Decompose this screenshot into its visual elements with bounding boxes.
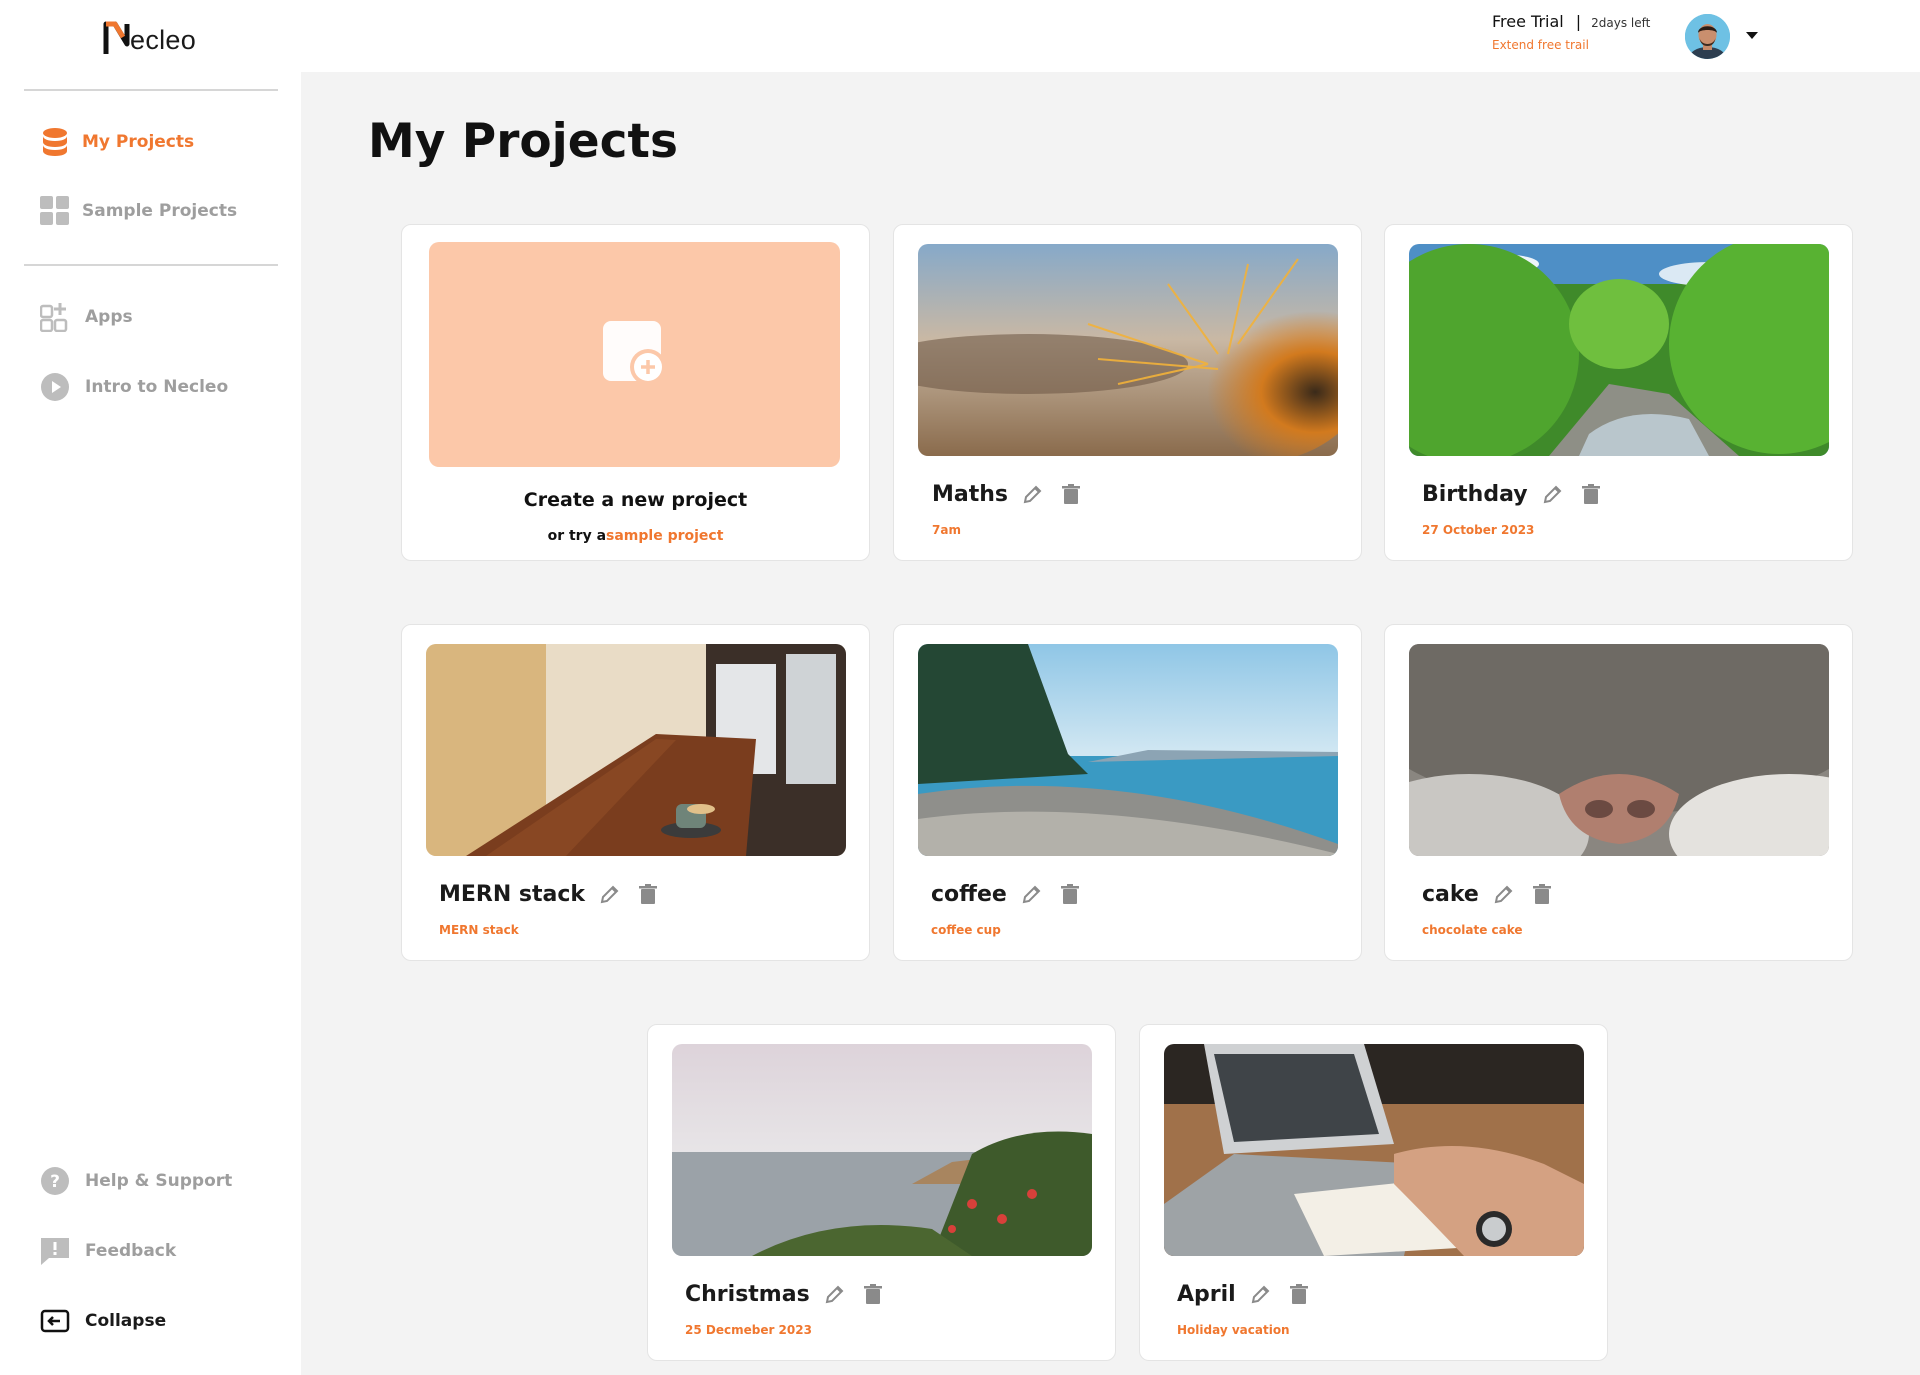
- sidebar-divider: [24, 89, 278, 91]
- project-subtitle: MERN stack: [439, 923, 519, 937]
- sidebar-item-apps[interactable]: Apps: [40, 302, 133, 332]
- sidebar-item-feedback[interactable]: Feedback: [40, 1236, 176, 1266]
- new-project-title: Create a new project: [523, 489, 748, 511]
- sidebar-item-label: Feedback: [85, 1241, 177, 1261]
- sidebar-item-collapse[interactable]: Collapse: [40, 1306, 166, 1336]
- project-thumbnail[interactable]: [426, 644, 846, 856]
- delete-trash-icon[interactable]: [1058, 481, 1084, 507]
- feedback-bubble-icon: [40, 1236, 70, 1266]
- sample-project-link[interactable]: sample project: [606, 528, 723, 544]
- project-thumbnail[interactable]: [1409, 644, 1829, 856]
- new-project-sub-prefix: or try a: [547, 528, 607, 544]
- page-title: My Projects: [368, 114, 678, 169]
- edit-pencil-icon[interactable]: [1248, 1281, 1274, 1307]
- project-title-row: April: [1177, 1281, 1312, 1307]
- delete-trash-icon[interactable]: [1057, 881, 1083, 907]
- new-project-subtitle: or try asample project: [402, 528, 869, 544]
- logo-text: ecleo: [130, 24, 197, 55]
- project-title-row: coffee: [931, 881, 1083, 907]
- project-title: MERN stack: [439, 881, 586, 907]
- project-card[interactable]: MERN stack MERN stack: [401, 624, 870, 961]
- delete-trash-icon[interactable]: [635, 881, 661, 907]
- database-stack-icon: [40, 127, 70, 157]
- project-subtitle: coffee cup: [931, 923, 1001, 937]
- project-thumbnail[interactable]: [918, 644, 1338, 856]
- project-subtitle: Holiday vacation: [1177, 1323, 1290, 1337]
- project-thumbnail[interactable]: [1164, 1044, 1584, 1256]
- project-card[interactable]: cake chocolate cake: [1384, 624, 1853, 961]
- project-subtitle: 27 October 2023: [1422, 523, 1535, 537]
- edit-pencil-icon[interactable]: [1019, 881, 1045, 907]
- edit-pencil-icon[interactable]: [1540, 481, 1566, 507]
- edit-pencil-icon[interactable]: [822, 1281, 848, 1307]
- project-title: Christmas: [685, 1281, 810, 1307]
- project-title-row: cake: [1422, 881, 1555, 907]
- edit-pencil-icon[interactable]: [1491, 881, 1517, 907]
- avatar[interactable]: [1685, 14, 1730, 59]
- create-project-button[interactable]: [429, 242, 840, 467]
- project-subtitle: chocolate cake: [1422, 923, 1523, 937]
- project-title-row: Maths: [932, 481, 1084, 507]
- svg-text:?: ?: [50, 1172, 60, 1192]
- delete-trash-icon[interactable]: [1529, 881, 1555, 907]
- play-circle-icon: [40, 372, 70, 402]
- extend-trial-link[interactable]: Extend free trail: [1492, 38, 1792, 52]
- project-card[interactable]: Christmas 25 Decmeber 2023: [647, 1024, 1116, 1361]
- project-title: Birthday: [1422, 481, 1528, 507]
- sidebar-item-label: My Projects: [82, 132, 195, 152]
- project-thumbnail[interactable]: [1409, 244, 1829, 456]
- delete-trash-icon[interactable]: [1578, 481, 1604, 507]
- main-content: My Projects Create a new project or try …: [301, 72, 1920, 1375]
- project-card[interactable]: Birthday 27 October 2023: [1384, 224, 1853, 561]
- project-title: Maths: [932, 481, 1009, 507]
- project-subtitle: 7am: [932, 523, 961, 537]
- sidebar-item-label: Collapse: [85, 1311, 167, 1331]
- project-title: coffee: [931, 881, 1007, 907]
- sidebar: ecleo My Projects Sample Projects Apps I…: [0, 0, 301, 1375]
- project-subtitle: 25 Decmeber 2023: [685, 1323, 812, 1337]
- new-project-card: Create a new project or try asample proj…: [401, 224, 870, 561]
- edit-pencil-icon[interactable]: [597, 881, 623, 907]
- project-card[interactable]: Maths 7am: [893, 224, 1362, 561]
- edit-pencil-icon[interactable]: [1020, 481, 1046, 507]
- sidebar-item-label: Intro to Necleo: [85, 377, 229, 397]
- chevron-down-icon[interactable]: [1746, 32, 1758, 39]
- trial-days-left: 2days left: [1591, 16, 1651, 30]
- sidebar-item-help[interactable]: ? Help & Support: [40, 1166, 232, 1196]
- delete-trash-icon[interactable]: [860, 1281, 886, 1307]
- project-thumbnail[interactable]: [672, 1044, 1092, 1256]
- delete-trash-icon[interactable]: [1286, 1281, 1312, 1307]
- project-title: cake: [1422, 881, 1479, 907]
- sidebar-item-intro[interactable]: Intro to Necleo: [40, 372, 228, 402]
- sidebar-item-label: Help & Support: [85, 1171, 233, 1191]
- apps-grid-plus-icon: [40, 302, 70, 332]
- sidebar-item-label: Apps: [85, 307, 133, 327]
- project-title-row: Christmas: [685, 1281, 886, 1307]
- project-thumbnail[interactable]: [918, 244, 1338, 456]
- collapse-arrow-icon: [40, 1306, 70, 1336]
- necleo-logo-mark: [103, 20, 133, 56]
- sidebar-item-label: Sample Projects: [82, 201, 238, 221]
- new-file-plus-icon: [602, 320, 668, 390]
- trial-separator: |: [1575, 12, 1582, 31]
- question-circle-icon: ?: [40, 1166, 70, 1196]
- project-title: April: [1177, 1281, 1236, 1307]
- trial-label: Free Trial: [1492, 12, 1564, 31]
- project-card[interactable]: April Holiday vacation: [1139, 1024, 1608, 1361]
- project-title-row: Birthday: [1422, 481, 1604, 507]
- sidebar-divider: [24, 264, 278, 266]
- project-title-row: MERN stack: [439, 881, 661, 907]
- grid-squares-icon: [40, 196, 70, 226]
- sidebar-item-sample-projects[interactable]: Sample Projects: [40, 196, 237, 226]
- project-card[interactable]: coffee coffee cup: [893, 624, 1362, 961]
- sidebar-item-my-projects[interactable]: My Projects: [40, 127, 194, 157]
- necleo-logo[interactable]: ecleo: [103, 20, 196, 56]
